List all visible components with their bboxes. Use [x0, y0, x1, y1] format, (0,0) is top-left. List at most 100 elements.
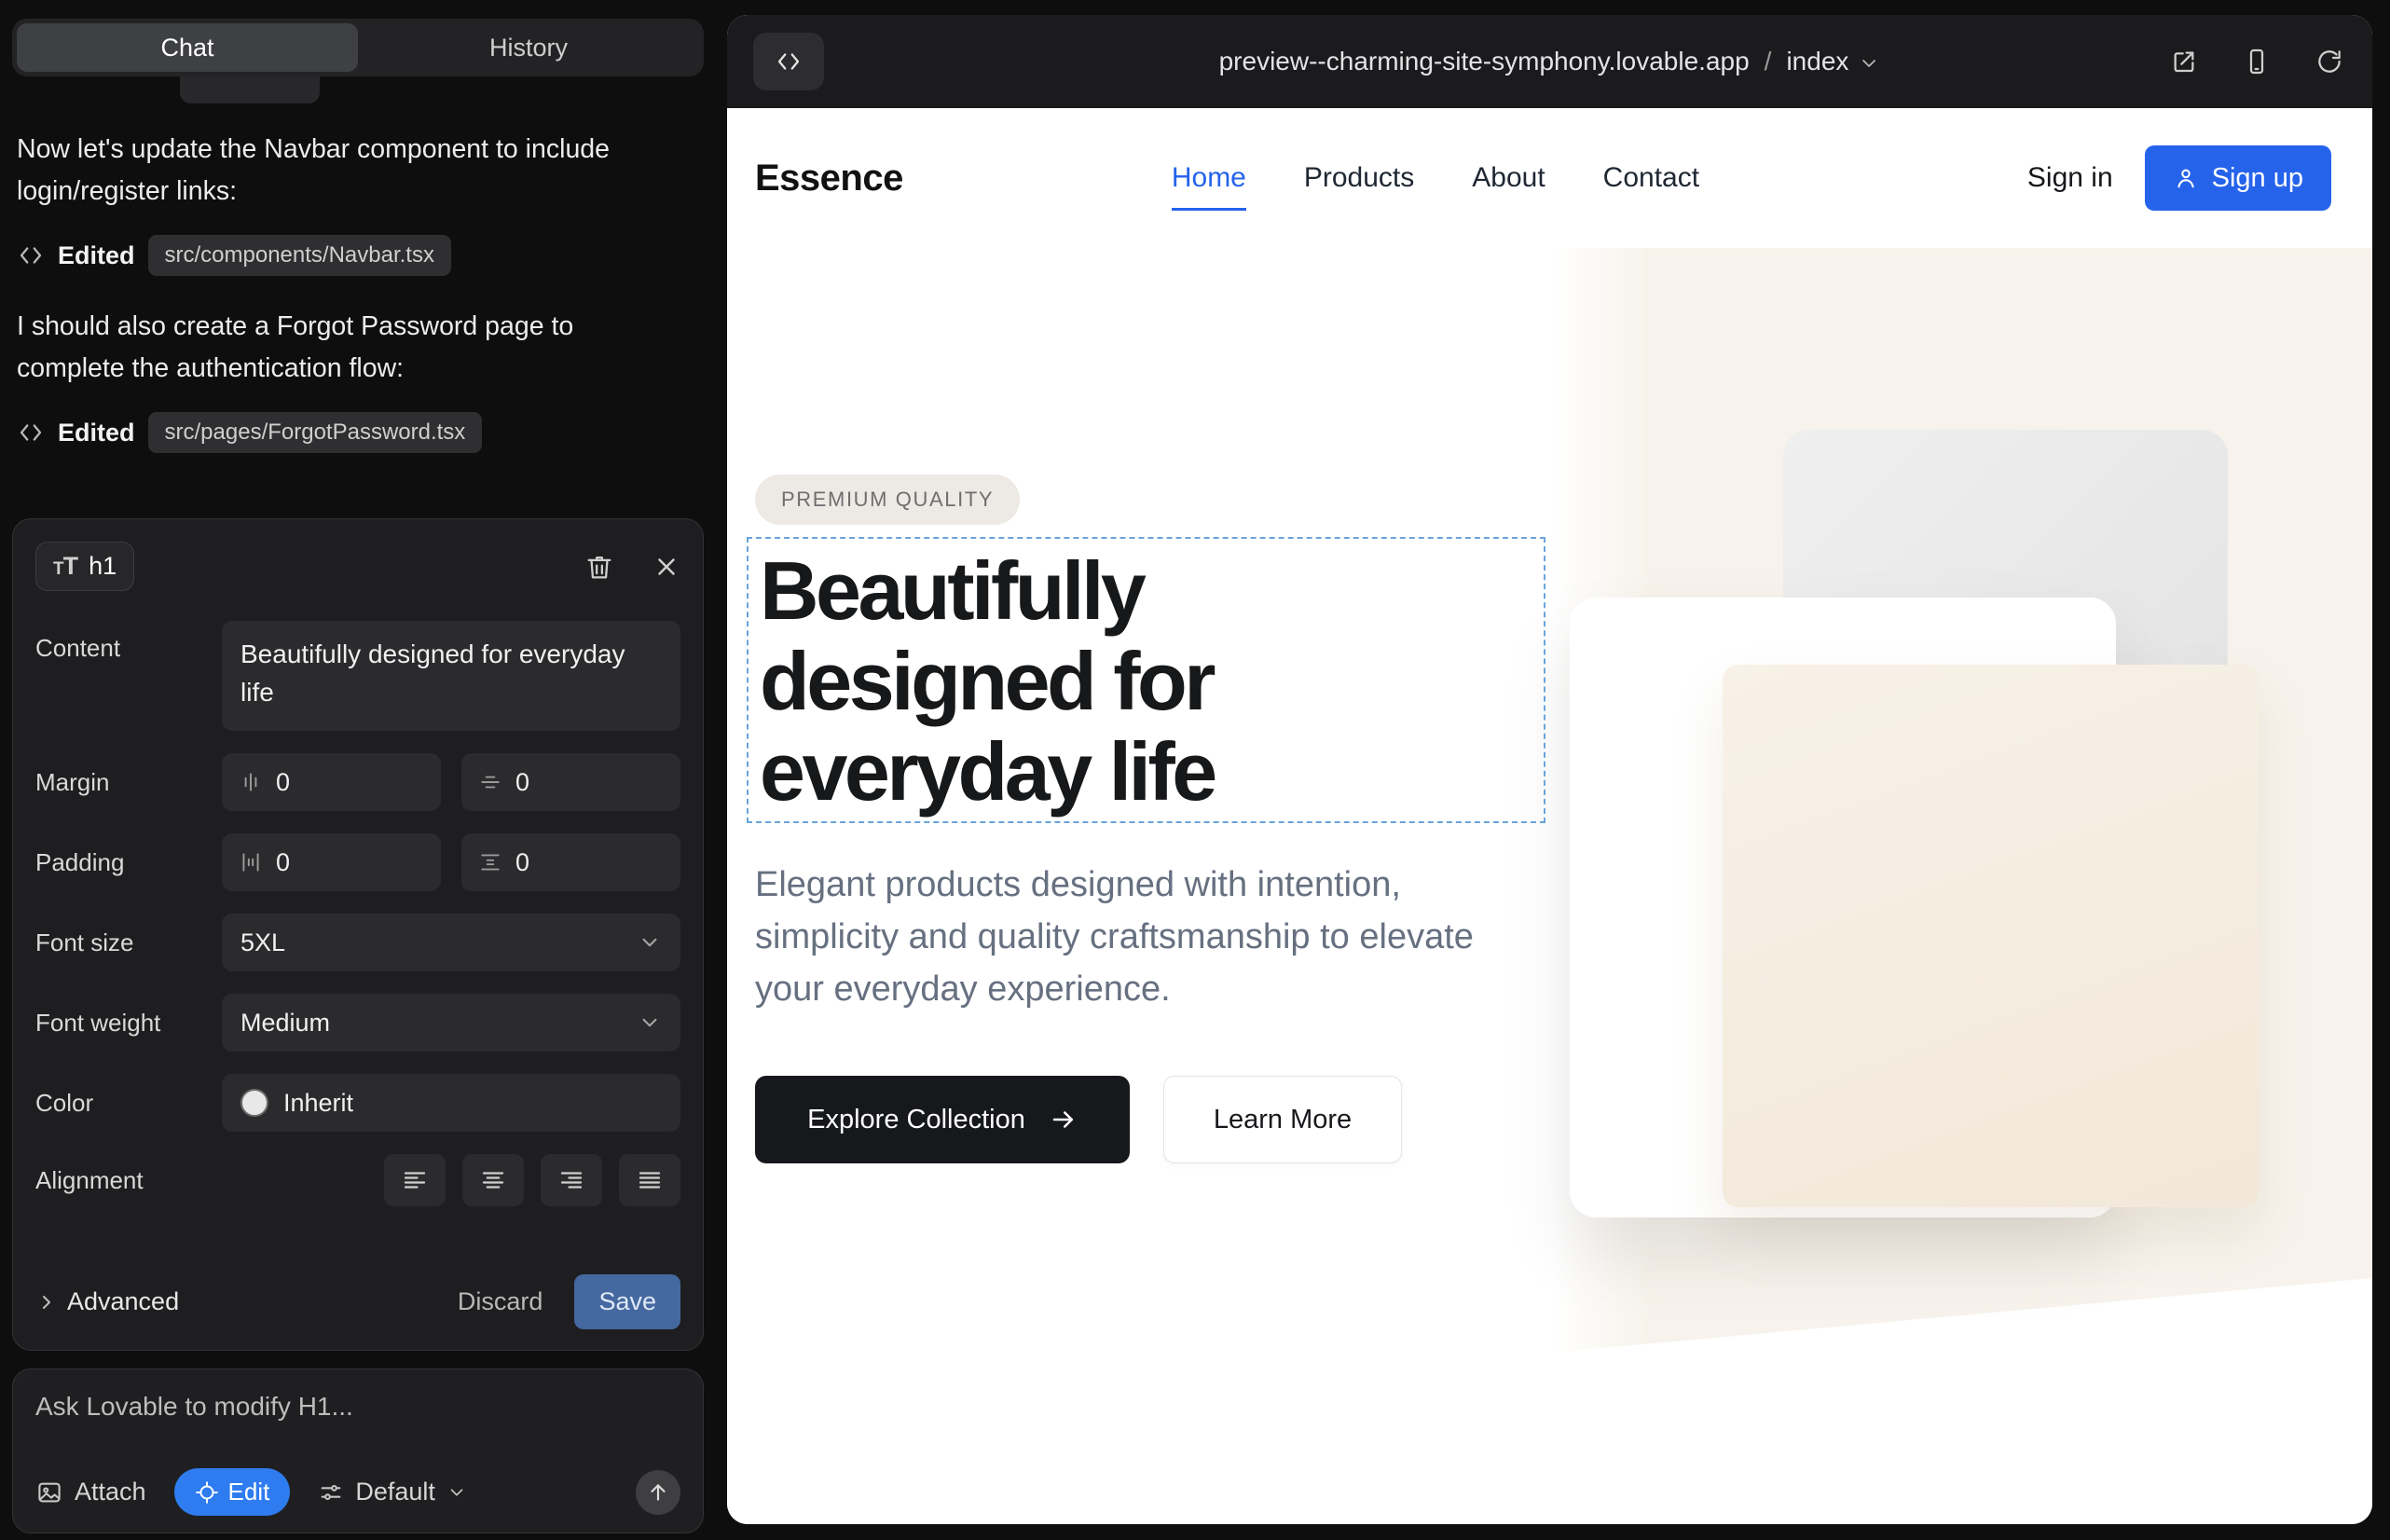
- font-size-row: Font size 5XL: [35, 914, 680, 971]
- content-row: Content Beautifully designed for everyda…: [35, 621, 680, 731]
- advanced-toggle[interactable]: Advanced: [35, 1287, 179, 1316]
- margin-row: Margin 0 0: [35, 753, 680, 811]
- chat-message: Now let's update the Navbar component to…: [17, 129, 632, 213]
- nav-links: Home Products About Contact: [1172, 162, 1699, 194]
- margin-vertical-icon: [478, 770, 502, 794]
- alignment-label: Alignment: [35, 1166, 222, 1195]
- align-center-button[interactable]: [462, 1154, 524, 1206]
- site-brand[interactable]: Essence: [755, 158, 903, 199]
- code-view-button[interactable]: [753, 33, 824, 90]
- nav-link-products[interactable]: Products: [1304, 162, 1414, 194]
- hero-cta-row: Explore Collection Learn More: [755, 1076, 1402, 1163]
- premium-quality-badge: PREMIUM QUALITY: [755, 474, 1020, 525]
- attach-icon: [35, 1478, 63, 1506]
- align-right-button[interactable]: [541, 1154, 602, 1206]
- edited-file-row: Edited src/components/Navbar.tsx: [17, 235, 699, 276]
- refresh-icon[interactable]: [2314, 47, 2344, 76]
- selected-element-chip[interactable]: TT h1: [35, 542, 134, 591]
- chevron-down-icon: [638, 930, 662, 955]
- sliders-icon: [318, 1479, 344, 1506]
- open-external-icon[interactable]: [2169, 47, 2199, 76]
- font-weight-select[interactable]: Medium: [222, 994, 680, 1052]
- inspector-footer: Advanced Discard Save: [35, 1274, 680, 1329]
- color-select[interactable]: Inherit: [222, 1074, 680, 1132]
- model-selector[interactable]: Default: [318, 1478, 467, 1506]
- mobile-view-icon[interactable]: [2242, 47, 2272, 76]
- margin-horizontal-icon: [239, 770, 263, 794]
- target-icon: [195, 1480, 219, 1505]
- margin-x-input[interactable]: 0: [222, 753, 441, 811]
- chat-message: I should also create a Forgot Password p…: [17, 306, 632, 390]
- padding-row: Padding 0 0: [35, 833, 680, 891]
- alignment-row: Alignment: [35, 1154, 680, 1206]
- composer-toolbar: Attach Edit Default: [35, 1468, 680, 1516]
- nav-link-contact[interactable]: Contact: [1603, 162, 1699, 194]
- chevron-down-icon: [638, 1011, 662, 1035]
- padding-vertical-icon: [478, 850, 502, 874]
- edited-label: Edited: [58, 419, 135, 447]
- delete-element-button[interactable]: [584, 551, 615, 583]
- padding-label: Padding: [35, 848, 222, 877]
- edited-file-row: Edited src/pages/ForgotPassword.tsx: [17, 412, 699, 453]
- arrow-right-icon: [1050, 1106, 1078, 1134]
- user-icon: [2173, 165, 2199, 191]
- element-inspector: TT h1 Content Beautifully designed for e…: [12, 518, 704, 1351]
- element-tag: h1: [89, 552, 117, 581]
- inspector-header: TT h1: [35, 542, 680, 591]
- site-navbar: Essence Home Products About Contact Sign…: [727, 108, 2372, 248]
- chat-messages: Now let's update the Navbar component to…: [17, 129, 699, 483]
- hero-paragraph: Elegant products designed with intention…: [755, 859, 1501, 1016]
- url-bar[interactable]: preview--charming-site-symphony.lovable.…: [1219, 47, 1881, 76]
- file-badge[interactable]: src/pages/ForgotPassword.tsx: [148, 412, 483, 453]
- margin-y-input[interactable]: 0: [461, 753, 680, 811]
- nav-link-about[interactable]: About: [1472, 162, 1545, 194]
- preview-url: preview--charming-site-symphony.lovable.…: [1219, 47, 1750, 76]
- chevron-down-icon: [446, 1482, 467, 1503]
- selected-heading-outline[interactable]: Beautifully designed for everyday life: [747, 537, 1545, 823]
- nav-link-home[interactable]: Home: [1172, 162, 1246, 194]
- code-icon: [17, 419, 45, 447]
- edit-mode-button[interactable]: Edit: [174, 1468, 291, 1516]
- preview-path: index: [1786, 47, 1848, 76]
- code-icon: [17, 241, 45, 269]
- learn-more-button[interactable]: Learn More: [1163, 1076, 1402, 1163]
- site-preview: Essence Home Products About Contact Sign…: [727, 108, 2372, 1524]
- content-input[interactable]: Beautifully designed for everyday life: [222, 621, 680, 731]
- save-button[interactable]: Save: [574, 1274, 680, 1329]
- chevron-down-icon: [1858, 52, 1880, 75]
- padding-horizontal-icon: [239, 850, 263, 874]
- margin-label: Margin: [35, 768, 222, 797]
- decorative-card-cream: [1723, 665, 2259, 1207]
- font-size-select[interactable]: 5XL: [222, 914, 680, 971]
- app: Chat History Now let's update the Navbar…: [0, 0, 2390, 1540]
- color-swatch: [240, 1089, 268, 1117]
- align-justify-button[interactable]: [619, 1154, 680, 1206]
- browser-header: preview--charming-site-symphony.lovable.…: [727, 15, 2372, 108]
- chevron-right-icon: [35, 1291, 58, 1313]
- color-row: Color Inherit: [35, 1074, 680, 1132]
- chat-input[interactable]: [35, 1392, 680, 1422]
- sign-up-button[interactable]: Sign up: [2145, 145, 2331, 211]
- chat-history-tabs: Chat History: [12, 19, 704, 76]
- chat-composer: Attach Edit Default: [12, 1368, 704, 1533]
- sign-in-link[interactable]: Sign in: [2027, 162, 2113, 194]
- font-size-label: Font size: [35, 928, 222, 957]
- url-separator: /: [1765, 47, 1772, 76]
- attach-button[interactable]: Attach: [35, 1478, 146, 1506]
- close-inspector-button[interactable]: [652, 553, 680, 581]
- tab-history[interactable]: History: [358, 23, 699, 72]
- tab-chat[interactable]: Chat: [17, 23, 358, 72]
- file-badge[interactable]: src/components/Navbar.tsx: [148, 235, 451, 276]
- hero-heading[interactable]: Beautifully designed for everyday life: [749, 539, 1448, 817]
- align-left-button[interactable]: [384, 1154, 446, 1206]
- font-weight-label: Font weight: [35, 1009, 222, 1038]
- inspector-actions: [584, 551, 680, 583]
- discard-button[interactable]: Discard: [458, 1287, 543, 1316]
- browser-actions: [2169, 47, 2344, 76]
- padding-y-input[interactable]: 0: [461, 833, 680, 891]
- explore-collection-button[interactable]: Explore Collection: [755, 1076, 1130, 1163]
- text-size-icon: TT: [53, 552, 77, 581]
- send-button[interactable]: [636, 1470, 680, 1515]
- sidebar: Chat History Now let's update the Navbar…: [12, 19, 704, 1533]
- padding-x-input[interactable]: 0: [222, 833, 441, 891]
